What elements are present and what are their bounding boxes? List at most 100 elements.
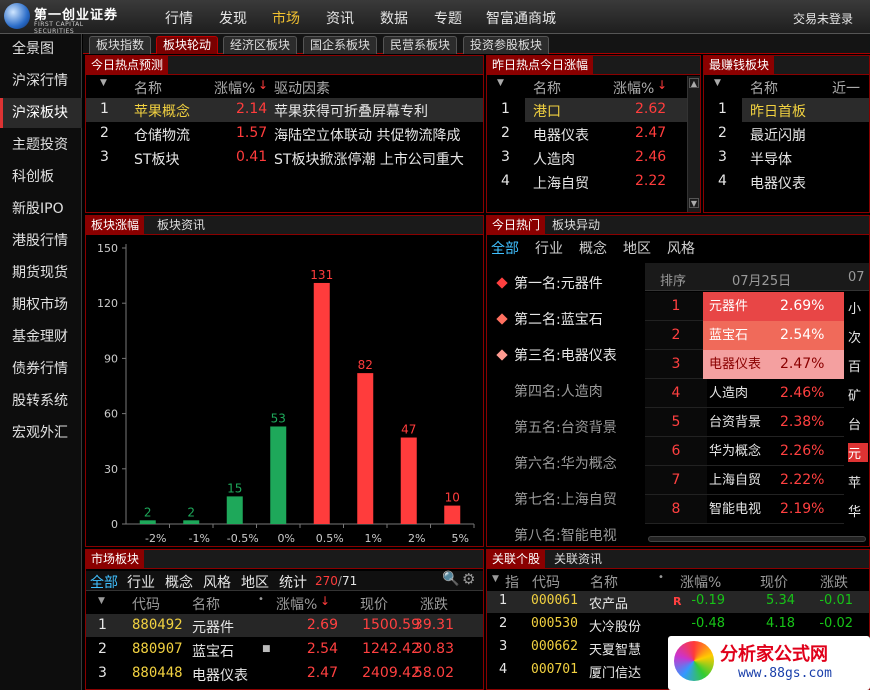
sidebar-item-bonds[interactable]: 债券行情 — [0, 354, 82, 384]
sidebar-item-overview[interactable]: 全景图 — [0, 34, 82, 64]
sidebar-item-hk[interactable]: 港股行情 — [0, 226, 82, 256]
tab-economic-zone[interactable]: 经济区板块 — [223, 36, 298, 54]
col-code[interactable]: 代码 — [532, 572, 560, 592]
rank-sector-name[interactable]: 台资背景 — [703, 408, 778, 437]
rank-sector-name[interactable]: 电器仪表 — [703, 350, 778, 379]
market-filter-stats[interactable]: 统计 — [279, 572, 307, 592]
table-row[interactable]: 1 港口 2.62 — [487, 98, 687, 122]
col-reason[interactable]: 驱动因素 — [274, 78, 330, 98]
tab-sector-rotation[interactable]: 板块轮动 — [156, 36, 219, 54]
market-sector-title[interactable]: 市场板块 — [86, 550, 145, 569]
col-price[interactable]: 现价 — [760, 572, 788, 592]
table-row[interactable]: 2 000530 大冷股份 -0.48 4.18 -0.02 — [487, 614, 869, 636]
table-row[interactable]: 3 半导体 — [704, 146, 869, 170]
rank-item-1[interactable]: 第一名:元器件 — [496, 273, 603, 293]
table-row[interactable]: 2 880907 蓝宝石 2.54 1242.42 30.83 ■ — [86, 638, 483, 661]
col-name[interactable]: 名称 — [533, 78, 561, 98]
rank-item-8[interactable]: 第八名:智能电视 — [514, 525, 617, 545]
tab-investment[interactable]: 投资参股板块 — [463, 36, 550, 54]
rank-item-3[interactable]: 第三名:电器仪表 — [496, 345, 617, 365]
col-code[interactable]: 代码 — [132, 594, 160, 614]
table-row[interactable]: 3 人造肉 2.46 — [487, 146, 687, 170]
col-pct[interactable]: 涨幅% — [613, 78, 654, 98]
col-index[interactable]: 指 — [505, 572, 519, 592]
menu-data[interactable]: 数据 — [380, 8, 408, 28]
sort-arrow-icon[interactable]: ▼ — [497, 78, 504, 88]
menu-market[interactable]: 市场 — [272, 8, 300, 28]
tab-hot-today[interactable]: 今日热门 — [487, 216, 546, 235]
sidebar-item-funds[interactable]: 基金理财 — [0, 322, 82, 352]
sort-arrow-icon[interactable]: ▼ — [98, 596, 105, 606]
rank-item-5[interactable]: 第五名:台资背景 — [514, 417, 617, 437]
market-filter-style[interactable]: 风格 — [203, 572, 231, 592]
search-icon[interactable]: 🔍 — [442, 571, 459, 587]
col-pct[interactable]: 涨幅% — [680, 572, 721, 592]
market-filter-industry[interactable]: 行业 — [127, 572, 155, 592]
sidebar-item-theme[interactable]: 主题投资 — [0, 130, 82, 160]
scrollbar[interactable]: ▲ ▼ — [687, 76, 700, 212]
rank-item-6[interactable]: 第六名:华为概念 — [514, 453, 617, 473]
rank-item-4[interactable]: 第四名:人造肉 — [514, 381, 603, 401]
col-chg[interactable]: 涨跌 — [420, 594, 448, 614]
table-row[interactable]: 1 880492 元器件 2.69 1500.59 39.31 — [86, 614, 483, 637]
horizontal-scrollbar[interactable] — [648, 536, 866, 542]
table-row[interactable]: 2 电器仪表 2.47 — [487, 122, 687, 146]
col-price[interactable]: 现价 — [360, 594, 388, 614]
filter-all[interactable]: 全部 — [491, 238, 519, 258]
sidebar-item-hs-sectors[interactable]: 沪深板块 — [0, 98, 82, 128]
tab-related-stocks[interactable]: 关联个股 — [487, 550, 546, 569]
col-name[interactable]: 名称 — [192, 594, 220, 614]
col-pct[interactable]: 涨幅% — [214, 78, 255, 98]
scroll-up-icon[interactable]: ▲ — [689, 78, 699, 88]
table-row[interactable]: 3 ST板块 0.41 ST板块掀涨停潮 上市公司重大 — [86, 146, 483, 170]
rank-item-2[interactable]: 第二名:蓝宝石 — [496, 309, 603, 329]
rank-sector-name[interactable]: 元器件 — [703, 292, 778, 321]
sidebar-item-macro[interactable]: 宏观外汇 — [0, 418, 82, 448]
sort-arrow-icon[interactable]: ▼ — [492, 574, 499, 584]
tab-sector-index[interactable]: 板块指数 — [89, 36, 152, 54]
rank-sector-name[interactable]: 华为概念 — [703, 437, 778, 466]
tab-soe[interactable]: 国企系板块 — [303, 36, 378, 54]
sidebar-item-star[interactable]: 科创板 — [0, 162, 82, 192]
table-row[interactable]: 1 昨日首板 — [704, 98, 869, 122]
sort-arrow-icon[interactable]: ▼ — [714, 78, 721, 88]
table-row[interactable]: 2 最近闪崩 — [704, 122, 869, 146]
col-pct[interactable]: 涨幅% — [276, 594, 317, 614]
col-recent[interactable]: 近一 — [832, 78, 860, 98]
menu-mall[interactable]: 智富通商城 — [486, 8, 556, 28]
rank-sector-name[interactable]: 上海自贸 — [703, 466, 778, 495]
gear-icon[interactable]: ⚙ — [462, 570, 475, 588]
money-sector-title[interactable]: 最赚钱板块 — [704, 56, 775, 75]
yesterday-hot-title[interactable]: 昨日热点今日涨幅 — [487, 56, 594, 75]
menu-quotes[interactable]: 行情 — [165, 8, 193, 28]
filter-region[interactable]: 地区 — [623, 238, 651, 258]
rank-sector-name[interactable]: 智能电视 — [703, 495, 778, 524]
filter-concept[interactable]: 概念 — [579, 238, 607, 258]
tab-sector-news[interactable]: 板块资讯 — [152, 216, 210, 235]
menu-topics[interactable]: 专题 — [434, 8, 462, 28]
col-name[interactable]: 名称 — [590, 572, 618, 592]
table-row[interactable]: 1 苹果概念 2.14 苹果获得可折叠屏幕专利 — [86, 98, 483, 122]
sidebar-item-options[interactable]: 期权市场 — [0, 290, 82, 320]
table-row[interactable]: 2 仓储物流 1.57 海陆空立体联动 共促物流降成 — [86, 122, 483, 146]
login-status[interactable]: 交易未登录 — [793, 10, 853, 27]
table-row[interactable]: 1 000061 农产品 -0.19 5.34 -0.01 R — [487, 591, 869, 613]
tab-related-news[interactable]: 关联资讯 — [549, 550, 607, 569]
hot-forecast-title[interactable]: 今日热点预测 — [86, 56, 169, 75]
tab-sector-gain[interactable]: 板块涨幅 — [86, 216, 145, 235]
col-name[interactable]: 名称 — [750, 78, 778, 98]
sidebar-item-neeq[interactable]: 股转系统 — [0, 386, 82, 416]
menu-news[interactable]: 资讯 — [326, 8, 354, 28]
market-filter-all[interactable]: 全部 — [90, 572, 118, 592]
sidebar-item-futures[interactable]: 期货现货 — [0, 258, 82, 288]
filter-industry[interactable]: 行业 — [535, 238, 563, 258]
menu-discover[interactable]: 发现 — [219, 8, 247, 28]
sidebar-item-ipo[interactable]: 新股IPO — [0, 194, 82, 224]
sort-arrow-icon[interactable]: ▼ — [100, 78, 107, 88]
scroll-down-icon[interactable]: ▼ — [689, 198, 699, 208]
filter-style[interactable]: 风格 — [667, 238, 695, 258]
rank-item-7[interactable]: 第七名:上海自贸 — [514, 489, 617, 509]
tab-private[interactable]: 民营系板块 — [383, 36, 458, 54]
tab-sector-movement[interactable]: 板块异动 — [547, 216, 605, 235]
market-filter-concept[interactable]: 概念 — [165, 572, 193, 592]
